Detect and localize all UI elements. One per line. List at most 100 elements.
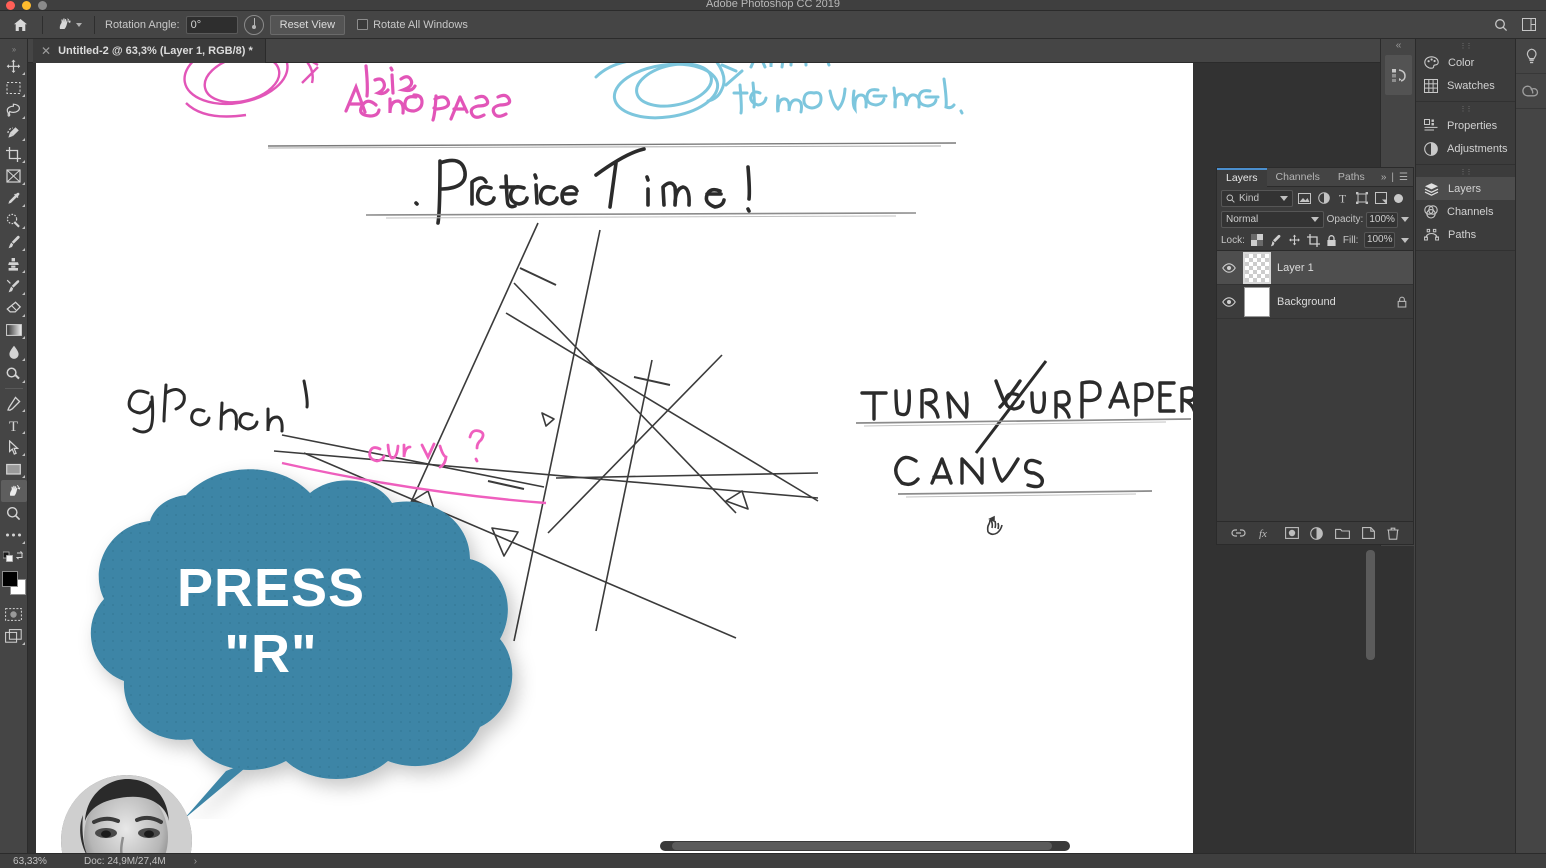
learn-lightbulb-icon[interactable] (1516, 39, 1546, 74)
dock-grip[interactable]: ⋮⋮ (1416, 169, 1515, 177)
toolbar-grip[interactable]: ›› (12, 45, 16, 55)
document-tab[interactable]: ✕ Untitled-2 @ 63,3% (Layer 1, RGB/8) * (33, 39, 266, 63)
tab-paths[interactable]: Paths (1329, 168, 1374, 187)
creative-cloud-icon[interactable] (1516, 74, 1546, 109)
panel-dock-scrollbar[interactable] (1366, 550, 1375, 660)
filter-adjustment-icon[interactable] (1316, 191, 1331, 206)
zoom-level[interactable]: 63,33% (0, 856, 60, 867)
filter-smart-object-icon[interactable] (1373, 191, 1388, 206)
filter-shape-icon[interactable] (1354, 191, 1369, 206)
table-row[interactable]: Background (1217, 285, 1413, 319)
canvas-area[interactable]: PRESS "R" (28, 63, 1215, 853)
table-row[interactable]: Layer 1 (1217, 251, 1413, 285)
new-adjustment-layer-icon[interactable] (1310, 526, 1324, 540)
layer-visibility-eye-icon[interactable] (1221, 296, 1237, 307)
rotation-angle-input[interactable]: 0° (185, 15, 238, 34)
chevron-right-icon[interactable]: › (194, 856, 197, 867)
sidebar-item-properties[interactable]: Properties (1416, 114, 1515, 137)
canvas-horizontal-scrollbar[interactable] (660, 841, 1070, 851)
active-tool-preset[interactable] (53, 16, 84, 33)
opacity-chevron-down-icon[interactable] (1401, 217, 1409, 222)
tab-layers[interactable]: Layers (1217, 167, 1267, 187)
layer-thumbnail[interactable] (1244, 286, 1270, 317)
move-tool[interactable] (1, 55, 27, 77)
filter-toggle-icon[interactable] (1394, 193, 1403, 203)
layers-panel-tabs: Layers Channels Paths » | ☰ (1217, 167, 1413, 187)
dodge-tool[interactable] (1, 363, 27, 385)
lock-artboard-icon[interactable] (1306, 233, 1320, 247)
foreground-color-swatch[interactable] (1, 571, 18, 587)
path-selection-tool[interactable] (1, 436, 27, 458)
close-icon[interactable]: ✕ (41, 45, 51, 57)
frame-tool[interactable] (1, 165, 27, 187)
add-layer-mask-icon[interactable] (1284, 527, 1299, 539)
sidebar-item-color[interactable]: Color (1416, 51, 1515, 74)
chevron-down-icon[interactable] (1280, 195, 1288, 201)
dock-grip[interactable]: ⋮⋮ (1416, 43, 1515, 51)
reset-view-button[interactable]: Reset View (269, 14, 346, 35)
sidebar-item-layers[interactable]: Layers (1416, 177, 1515, 200)
edit-toolbar-ellipsis-icon[interactable] (1, 524, 27, 546)
color-swatches[interactable] (1, 571, 27, 597)
crop-tool[interactable] (1, 143, 27, 165)
eyedropper-tool[interactable] (1, 187, 27, 209)
quick-selection-tool[interactable] (1, 121, 27, 143)
spot-healing-brush-tool[interactable] (1, 209, 27, 231)
rotate-view-tool[interactable] (0, 480, 27, 502)
clone-stamp-tool[interactable] (1, 253, 27, 275)
workspace-switcher-icon[interactable] (1522, 18, 1536, 31)
sidebar-item-paths[interactable]: Paths (1416, 223, 1515, 246)
gradient-tool[interactable] (1, 319, 27, 341)
chevron-down-icon[interactable] (76, 22, 82, 27)
filter-pixel-icon[interactable] (1297, 191, 1312, 206)
lock-transparent-pixels-icon[interactable] (1250, 234, 1263, 246)
panel-menu-icon[interactable]: ☰ (1399, 172, 1408, 183)
delete-layer-icon[interactable] (1387, 527, 1399, 540)
dock-grip[interactable]: ⋮⋮ (1416, 106, 1515, 114)
scrollbar-thumb[interactable] (672, 842, 1052, 850)
history-panel-icon[interactable] (1385, 55, 1412, 95)
fill-chevron-down-icon[interactable] (1401, 237, 1409, 243)
lock-all-icon[interactable] (1326, 234, 1337, 247)
tab-channels[interactable]: Channels (1267, 168, 1329, 187)
collapse-arrows-icon[interactable]: « (1381, 39, 1416, 53)
type-tool[interactable]: T (1, 414, 27, 436)
lasso-tool[interactable] (1, 99, 27, 121)
filter-type-icon[interactable]: T (1335, 191, 1350, 206)
layer-visibility-eye-icon[interactable] (1221, 262, 1237, 273)
sidebar-item-swatches[interactable]: Swatches (1416, 74, 1515, 97)
home-icon[interactable] (8, 14, 32, 36)
layer-thumbnail[interactable] (1243, 251, 1271, 284)
rotate-all-windows-checkbox[interactable]: Rotate All Windows (357, 19, 468, 31)
rotation-dial-icon[interactable] (243, 14, 264, 35)
sidebar-item-adjustments[interactable]: Adjustments (1416, 137, 1515, 160)
lock-position-icon[interactable] (1288, 234, 1301, 247)
lock-image-pixels-icon[interactable] (1269, 234, 1282, 247)
brush-tool[interactable] (1, 231, 27, 253)
screen-mode-icon[interactable] (1, 625, 27, 647)
rectangular-marquee-tool[interactable] (1, 77, 27, 99)
link-layers-icon[interactable] (1231, 528, 1246, 538)
quick-mask-icon[interactable] (1, 603, 27, 625)
new-layer-icon[interactable] (1362, 527, 1376, 539)
new-group-icon[interactable] (1335, 527, 1351, 539)
chevron-double-right-icon[interactable]: » (1381, 172, 1387, 183)
checkbox-box[interactable] (357, 19, 369, 30)
history-brush-tool[interactable] (1, 275, 27, 297)
opacity-input[interactable]: 100% (1366, 211, 1398, 228)
pen-tool[interactable] (1, 392, 27, 414)
filter-kind-select[interactable]: Kind (1221, 189, 1293, 207)
lock-label: Lock: (1221, 234, 1245, 246)
zoom-tool[interactable] (1, 502, 27, 524)
sidebar-item-channels[interactable]: Channels (1416, 200, 1515, 223)
blur-tool[interactable] (1, 341, 27, 363)
search-icon[interactable] (1494, 18, 1508, 32)
eraser-tool[interactable] (1, 297, 27, 319)
blend-mode-select[interactable]: Normal (1221, 211, 1324, 228)
document-canvas[interactable]: PRESS "R" (36, 63, 1193, 853)
chevron-down-icon[interactable] (1310, 217, 1319, 222)
default-colors-and-swap-icon[interactable] (1, 546, 27, 568)
rectangle-tool[interactable] (1, 458, 27, 480)
fill-input[interactable]: 100% (1364, 232, 1395, 248)
layer-style-fx-icon[interactable]: fx (1258, 527, 1273, 539)
